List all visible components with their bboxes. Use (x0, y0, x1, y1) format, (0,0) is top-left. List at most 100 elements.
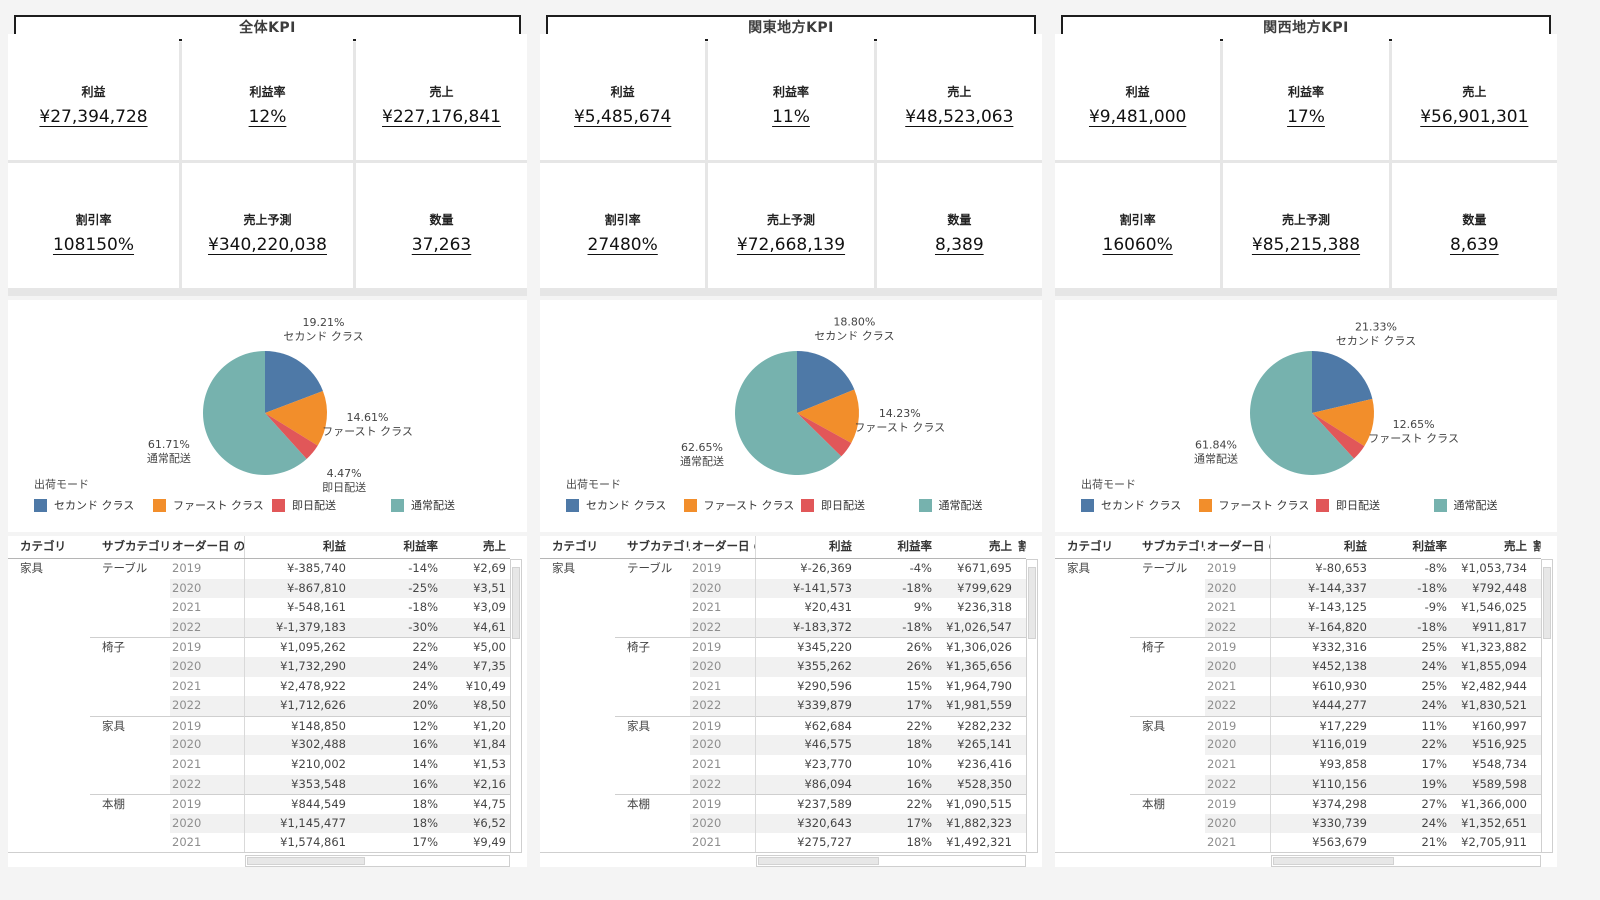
legend-item-セカンド クラス[interactable]: セカンド クラス (34, 497, 153, 513)
table-row[interactable]: 2021¥-143,125-9%¥1,546,025 (1055, 598, 1541, 618)
table-row[interactable]: 2020¥1,145,47718%¥6,52 (8, 814, 510, 834)
table-row[interactable]: 2021¥93,85817%¥548,734 (1055, 755, 1541, 775)
table-row[interactable]: 2020¥-867,810-25%¥3,51 (8, 579, 510, 599)
kpi-card-2[interactable]: 利益率17% (1223, 34, 1388, 160)
horizontal-scrollbar-track[interactable] (245, 855, 510, 867)
column-header-1[interactable]: カテゴリ (540, 536, 615, 558)
legend-item-即日配送[interactable]: 即日配送 (801, 497, 919, 513)
legend-item-ファースト クラス[interactable]: ファースト クラス (1199, 497, 1317, 513)
kpi-card-6[interactable]: 数量8,389 (877, 163, 1042, 289)
table-row[interactable]: 2020¥-144,337-18%¥792,448 (1055, 579, 1541, 599)
legend-item-ファースト クラス[interactable]: ファースト クラス (684, 497, 802, 513)
kpi-card-3[interactable]: 売上¥48,523,063 (877, 34, 1042, 160)
vertical-scrollbar-thumb[interactable] (1543, 567, 1551, 639)
column-header-5[interactable]: 利益率 (350, 536, 442, 558)
horizontal-scrollbar-track[interactable] (756, 855, 1026, 867)
table-row[interactable]: 2021¥610,93025%¥2,482,944 (1055, 677, 1541, 697)
kpi-card-4[interactable]: 割引率108150% (8, 163, 179, 289)
table-row[interactable]: 2022¥-164,820-18%¥911,817 (1055, 618, 1541, 638)
vertical-scrollbar-track[interactable] (510, 559, 522, 853)
column-header-6[interactable]: 売上 (442, 536, 510, 558)
table-row[interactable]: 2022¥444,27724%¥1,830,521 (1055, 696, 1541, 716)
legend-item-即日配送[interactable]: 即日配送 (1316, 497, 1434, 513)
kpi-card-4[interactable]: 割引率27480% (540, 163, 705, 289)
kpi-card-4[interactable]: 割引率16060% (1055, 163, 1220, 289)
table-row[interactable]: 2020¥46,57518%¥265,141 (540, 735, 1026, 755)
column-header-clipped[interactable]: 割引率 (1016, 536, 1026, 558)
table-row[interactable]: 2022¥-183,372-18%¥1,026,547 (540, 618, 1026, 638)
table-row[interactable]: 2021¥1,574,86117%¥9,49 (8, 833, 510, 853)
table-row[interactable]: 2020¥302,48816%¥1,84 (8, 735, 510, 755)
vertical-scrollbar-thumb[interactable] (1028, 567, 1036, 639)
table-row[interactable]: 2022¥86,09416%¥528,350 (540, 775, 1026, 795)
table-row[interactable]: 2020¥330,73924%¥1,352,651 (1055, 814, 1541, 834)
table-row[interactable]: 2020¥-141,573-18%¥799,629 (540, 579, 1026, 599)
kpi-card-1[interactable]: 利益¥27,394,728 (8, 34, 179, 160)
table-row[interactable]: 2020¥355,26226%¥1,365,656 (540, 657, 1026, 677)
horizontal-scrollbar-thumb[interactable] (758, 857, 879, 865)
column-header-3[interactable]: オーダー日 の年 (1205, 536, 1271, 558)
table-row[interactable]: 椅子2019¥1,095,26222%¥5,00 (8, 637, 510, 657)
column-header-4[interactable]: 利益 (1271, 536, 1371, 558)
table-row[interactable]: 椅子2019¥345,22026%¥1,306,026 (540, 637, 1026, 657)
vertical-scrollbar-thumb[interactable] (512, 567, 520, 639)
kpi-card-6[interactable]: 数量37,263 (356, 163, 527, 289)
table-row[interactable]: 家具2019¥148,85012%¥1,20 (8, 716, 510, 736)
column-header-2[interactable]: サブカテゴリ (90, 536, 170, 558)
column-header-3[interactable]: オーダー日 の年 (690, 536, 756, 558)
table-row[interactable]: 家具テーブル2019¥-80,653-8%¥1,053,734 (1055, 559, 1541, 579)
table-row[interactable]: 家具テーブル2019¥-385,740-14%¥2,69 (8, 559, 510, 579)
legend-item-セカンド クラス[interactable]: セカンド クラス (1081, 497, 1199, 513)
kpi-card-5[interactable]: 売上予測¥72,668,139 (708, 163, 873, 289)
horizontal-scrollbar-track[interactable] (1271, 855, 1541, 867)
column-header-5[interactable]: 利益率 (1371, 536, 1451, 558)
vertical-scrollbar-track[interactable] (1541, 559, 1553, 853)
column-header-2[interactable]: サブカテゴリ (615, 536, 690, 558)
kpi-card-1[interactable]: 利益¥9,481,000 (1055, 34, 1220, 160)
kpi-card-5[interactable]: 売上予測¥340,220,038 (182, 163, 353, 289)
column-header-1[interactable]: カテゴリ (1055, 536, 1130, 558)
table-row[interactable]: 2021¥275,72718%¥1,492,321 (540, 833, 1026, 853)
column-header-4[interactable]: 利益 (756, 536, 856, 558)
table-row[interactable]: 家具2019¥62,68422%¥282,232 (540, 716, 1026, 736)
table-row[interactable]: 2022¥1,712,62620%¥8,50 (8, 696, 510, 716)
table-row[interactable]: 2021¥2,478,92224%¥10,49 (8, 677, 510, 697)
column-header-3[interactable]: オーダー日 の年 (170, 536, 245, 558)
legend-item-通常配送[interactable]: 通常配送 (391, 497, 510, 513)
column-header-6[interactable]: 売上 (936, 536, 1016, 558)
table-row[interactable]: 家具テーブル2019¥-26,369-4%¥671,695 (540, 559, 1026, 579)
column-header-4[interactable]: 利益 (245, 536, 350, 558)
table-row[interactable]: 2022¥-1,379,183-30%¥4,61 (8, 618, 510, 638)
column-header-5[interactable]: 利益率 (856, 536, 936, 558)
kpi-card-3[interactable]: 売上¥56,901,301 (1392, 34, 1557, 160)
column-header-6[interactable]: 売上 (1451, 536, 1531, 558)
table-row[interactable]: 2021¥290,59615%¥1,964,790 (540, 677, 1026, 697)
table-row[interactable]: 本棚2019¥374,29827%¥1,366,000 (1055, 794, 1541, 814)
kpi-card-2[interactable]: 利益率11% (708, 34, 873, 160)
horizontal-scrollbar-thumb[interactable] (247, 857, 365, 865)
table-row[interactable]: 2022¥339,87917%¥1,981,559 (540, 696, 1026, 716)
table-row[interactable]: 2020¥320,64317%¥1,882,323 (540, 814, 1026, 834)
table-row[interactable]: 2022¥353,54816%¥2,16 (8, 775, 510, 795)
kpi-card-1[interactable]: 利益¥5,485,674 (540, 34, 705, 160)
column-header-1[interactable]: カテゴリ (8, 536, 90, 558)
table-row[interactable]: 本棚2019¥237,58922%¥1,090,515 (540, 794, 1026, 814)
kpi-card-5[interactable]: 売上予測¥85,215,388 (1223, 163, 1388, 289)
kpi-card-2[interactable]: 利益率12% (182, 34, 353, 160)
legend-item-即日配送[interactable]: 即日配送 (272, 497, 391, 513)
table-row[interactable]: 2021¥-548,161-18%¥3,09 (8, 598, 510, 618)
table-row[interactable]: 2021¥23,77010%¥236,416 (540, 755, 1026, 775)
table-row[interactable]: 2020¥116,01922%¥516,925 (1055, 735, 1541, 755)
table-row[interactable]: 2021¥20,4319%¥236,318 (540, 598, 1026, 618)
table-row[interactable]: 2022¥110,15619%¥589,598 (1055, 775, 1541, 795)
legend-item-ファースト クラス[interactable]: ファースト クラス (153, 497, 272, 513)
table-row[interactable]: 2020¥452,13824%¥1,855,094 (1055, 657, 1541, 677)
column-header-clipped[interactable]: 割引率 (1531, 536, 1541, 558)
horizontal-scrollbar-thumb[interactable] (1273, 857, 1394, 865)
kpi-card-6[interactable]: 数量8,639 (1392, 163, 1557, 289)
table-row[interactable]: 2021¥210,00214%¥1,53 (8, 755, 510, 775)
kpi-card-3[interactable]: 売上¥227,176,841 (356, 34, 527, 160)
column-header-2[interactable]: サブカテゴリ (1130, 536, 1205, 558)
table-row[interactable]: 家具2019¥17,22911%¥160,997 (1055, 716, 1541, 736)
legend-item-セカンド クラス[interactable]: セカンド クラス (566, 497, 684, 513)
